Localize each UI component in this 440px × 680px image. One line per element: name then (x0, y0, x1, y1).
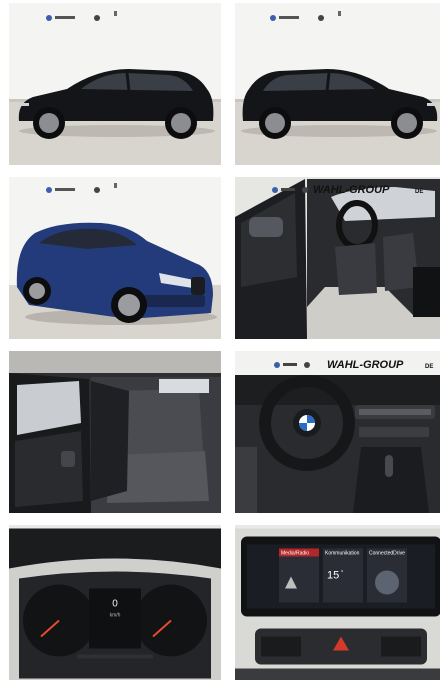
photo-tile-rear-seats[interactable] (9, 351, 221, 513)
dealer-overlay-suffix: DE (415, 189, 423, 195)
photo-tile-side-right[interactable] (235, 3, 440, 165)
photo-tile-front-blue[interactable] (9, 177, 221, 339)
front-seats-image: WAHL-GROUP DE (235, 177, 440, 339)
speed-unit: km/h (110, 613, 121, 619)
photo-gallery: WAHL-GROUP DE WAHL-GROUP DE 0 km/h Media… (0, 0, 440, 680)
car-side-left-image (9, 3, 221, 165)
car-side-right-image (235, 3, 440, 165)
screen-tile-mid-label: Kommunikation (325, 551, 360, 557)
rear-seats-image (9, 351, 221, 513)
cockpit-image: WAHL-GROUP DE (235, 351, 440, 513)
dealer-overlay-suffix-2: DE (425, 364, 433, 370)
dealer-overlay-text-2: WAHL-GROUP (327, 359, 404, 371)
screen-tile-right-label: ConnectedDrive (369, 551, 405, 557)
speed-readout: 0 (112, 599, 118, 610)
car-front-blue-image (9, 177, 221, 339)
photo-tile-cockpit[interactable]: WAHL-GROUP DE (235, 351, 440, 513)
infotainment-image: Media/Radio Kommunikation 15 ° Connected… (235, 528, 440, 680)
photo-tile-side-left[interactable] (9, 3, 221, 165)
screen-temperature: 15 (327, 570, 339, 582)
instrument-cluster-image: 0 km/h (9, 528, 221, 680)
photo-tile-infotainment[interactable]: Media/Radio Kommunikation 15 ° Connected… (235, 525, 440, 680)
photo-tile-front-seats[interactable]: WAHL-GROUP DE (235, 177, 440, 339)
screen-tile-left-label: Media/Radio (281, 551, 309, 557)
photo-tile-instrument-cluster[interactable]: 0 km/h (9, 525, 221, 680)
dealer-overlay-text: WAHL-GROUP (313, 184, 390, 196)
